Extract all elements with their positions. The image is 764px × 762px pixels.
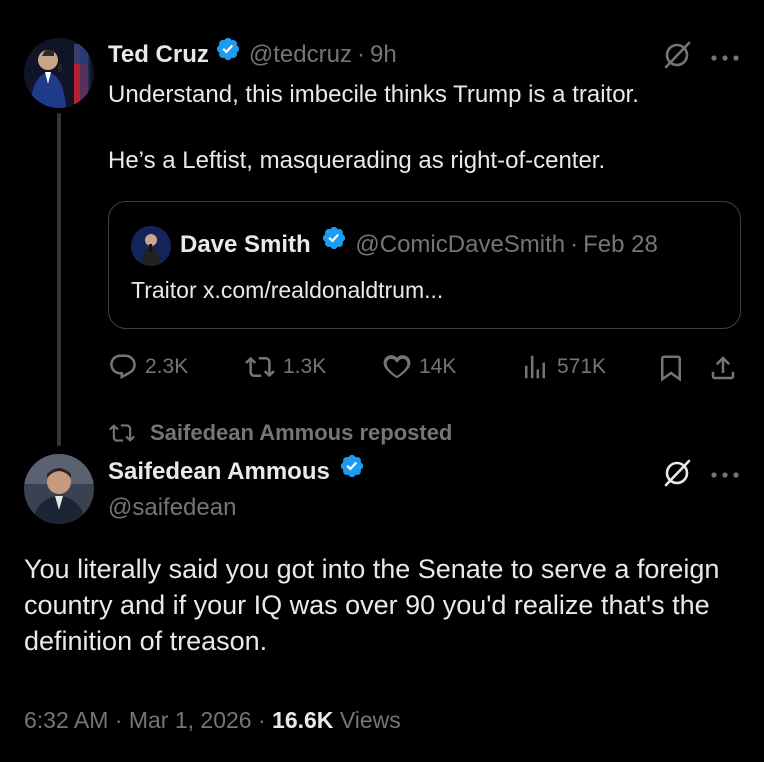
quoted-separator: · — [570, 231, 579, 258]
avatar-saifedean-ammous[interactable] — [24, 454, 94, 524]
like-count: 14K — [419, 355, 457, 378]
tweet1-more-icon[interactable] — [710, 50, 740, 68]
views-icon — [525, 355, 545, 379]
tweet2-time[interactable]: 6:32 AM — [24, 707, 108, 733]
tweet1-author-name[interactable]: Ted Cruz — [108, 41, 209, 68]
repost-indicator: Saifedean Ammous reposted — [108, 420, 452, 446]
tweet2-views-count[interactable]: 16.6K — [272, 707, 333, 733]
tweet2-separator-1: · — [114, 707, 123, 733]
repost-button[interactable]: 1.3K — [244, 352, 326, 382]
tweet2-separator-2: · — [257, 707, 266, 733]
quoted-date[interactable]: Feb 28 — [583, 231, 658, 258]
like-icon — [383, 355, 411, 379]
tweet2-more-icon[interactable] — [710, 467, 740, 485]
verified-badge-icon — [321, 225, 347, 263]
share-icon — [711, 356, 735, 380]
repost-label[interactable]: Saifedean Ammous reposted — [150, 420, 452, 446]
reply-count: 2.3K — [145, 355, 189, 378]
reply-icon — [110, 354, 136, 380]
tweet1-header: Ted Cruz @tedcruz · 9h — [108, 36, 397, 72]
bookmark-icon — [661, 355, 681, 382]
tweet1-grok-icon[interactable] — [662, 40, 692, 75]
tweet1-body-line1: Understand, this imbecile thinks Trump i… — [108, 81, 639, 108]
tweet1-handle[interactable]: @tedcruz — [249, 41, 352, 68]
tweet1-separator: · — [356, 41, 365, 68]
tweet1-time[interactable]: 9h — [370, 41, 397, 68]
thread-connector-line — [57, 113, 61, 446]
quoted-handle[interactable]: @ComicDaveSmith — [355, 231, 565, 258]
bookmark-button[interactable] — [656, 353, 686, 388]
quoted-author-name[interactable]: Dave Smith — [180, 231, 311, 258]
views-count: 571K — [557, 355, 607, 378]
share-button[interactable] — [708, 353, 738, 388]
repost-count: 1.3K — [283, 355, 327, 378]
repost-icon — [109, 424, 135, 442]
tweet1-body-line2: He’s a Leftist, masquerading as right-of… — [108, 147, 606, 174]
tweet2-views-label: Views — [339, 707, 401, 733]
tweet1-body: Understand, this imbecile thinks Trump i… — [108, 78, 748, 210]
quoted-tweet-card[interactable]: Dave Smith @ComicDaveSmith · Feb 28 Traito… — [108, 201, 741, 329]
reply-button[interactable]: 2.3K — [108, 352, 188, 382]
tweet2-body: You literally said you got into the Sena… — [24, 554, 720, 656]
tweet2-grok-icon[interactable] — [662, 458, 692, 493]
tweet2-author-name[interactable]: Saifedean Ammous — [108, 458, 330, 485]
avatar-ted-cruz[interactable] — [24, 38, 94, 108]
quoted-tweet-text: Traitor x.com/realdonaldtrum... — [131, 277, 444, 303]
repost-icon — [245, 356, 275, 378]
tweet2-name-row: Saifedean Ammous — [108, 453, 365, 489]
verified-badge-icon — [339, 453, 365, 489]
like-button[interactable]: 14K — [382, 352, 456, 382]
tweet2-date[interactable]: Mar 1, 2026 — [129, 707, 252, 733]
tweet2-meta: 6:32 AM · Mar 1, 2026 · 16.6K Views — [24, 704, 401, 736]
views-button[interactable]: 571K — [520, 352, 606, 382]
verified-badge-icon — [215, 36, 241, 72]
tweet2-handle[interactable]: @saifedean — [108, 491, 236, 525]
avatar-dave-smith[interactable] — [131, 226, 171, 266]
